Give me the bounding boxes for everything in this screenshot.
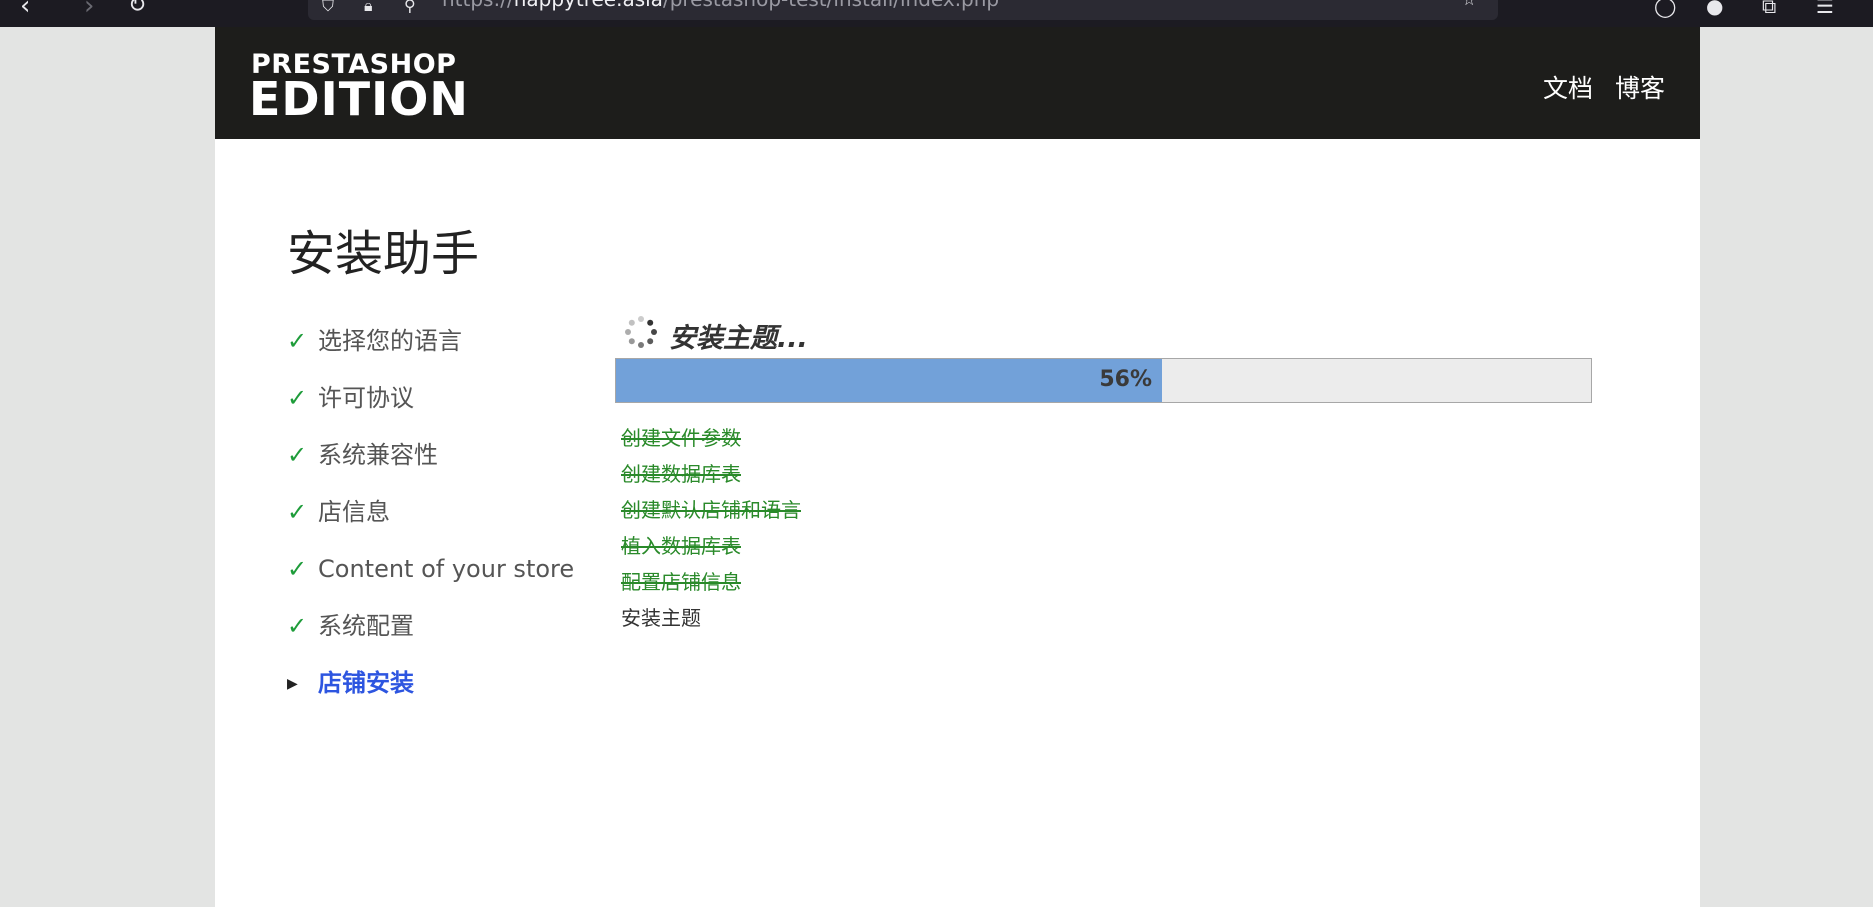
- spinner-icon: [625, 316, 657, 348]
- bookmark-star-icon[interactable]: ☆: [1462, 0, 1476, 9]
- step-label: 系统配置: [318, 612, 414, 640]
- reload-icon[interactable]: ↻: [128, 0, 146, 21]
- url-text[interactable]: https://happytree.asia/prestashop-test/i…: [442, 0, 999, 11]
- caret-right-icon: ▶: [287, 676, 298, 692]
- browser-toolbar: ‹ › ↻ ⛉ 🔒︎ ⚲ https://happytree.asia/pres…: [0, 0, 1873, 27]
- log-item: 植入数据库表: [621, 534, 741, 558]
- account-icon[interactable]: ◯: [1654, 0, 1676, 18]
- progress-fill: 56%: [616, 359, 1162, 402]
- installer-page: PRESTASHOP EDITION 文档 博客 安装助手 ✓ 选择您的语言 ✓…: [215, 27, 1700, 907]
- step-label: Content of your store: [318, 555, 575, 583]
- progress-label: 56%: [1099, 367, 1152, 392]
- url-scheme: https://: [442, 0, 514, 11]
- log-item: 创建默认店铺和语言: [621, 498, 801, 522]
- step-label: 许可协议: [318, 384, 414, 412]
- step-label: 系统兼容性: [318, 441, 438, 469]
- forward-icon[interactable]: ›: [84, 0, 94, 21]
- step-item-language: ✓ 选择您的语言: [287, 325, 607, 382]
- step-label: 店信息: [318, 498, 390, 526]
- docs-link[interactable]: 文档: [1543, 69, 1593, 105]
- log-item: 创建文件参数: [621, 426, 741, 450]
- step-list: ✓ 选择您的语言 ✓ 许可协议 ✓ 系统兼容性 ✓ 店信息 ✓ Content …: [287, 325, 607, 724]
- step-item-system-config: ✓ 系统配置: [287, 610, 607, 667]
- step-item-content: ✓ Content of your store: [287, 553, 607, 610]
- lock-icon[interactable]: 🔒︎: [364, 0, 373, 16]
- permissions-icon[interactable]: ⚲: [404, 0, 416, 15]
- url-path: /prestashop-test/install/index.php: [663, 0, 999, 11]
- log-item-current: 安装主题: [621, 606, 701, 630]
- shield-icon[interactable]: ⛉: [322, 0, 334, 16]
- log-item: 创建数据库表: [621, 462, 741, 486]
- progress-bar: 56%: [615, 358, 1592, 403]
- menu-icon[interactable]: ☰: [1816, 0, 1834, 18]
- step-item-license: ✓ 许可协议: [287, 382, 607, 439]
- logo-text-bottom: EDITION: [249, 72, 469, 126]
- url-host: happytree.asia: [514, 0, 663, 11]
- checkmark-icon: ✓: [287, 384, 308, 412]
- install-log: 创建文件参数 创建数据库表 创建默认店铺和语言 植入数据库表 配置店铺信息 安装…: [621, 424, 801, 640]
- blog-link[interactable]: 博客: [1615, 69, 1665, 105]
- step-label: 选择您的语言: [318, 327, 462, 355]
- checkmark-icon: ✓: [287, 441, 308, 469]
- checkmark-icon: ✓: [287, 555, 308, 583]
- profile-icon[interactable]: ●: [1706, 0, 1723, 18]
- checkmark-icon: ✓: [287, 327, 308, 355]
- checkmark-icon: ✓: [287, 612, 308, 640]
- checkmark-icon: ✓: [287, 498, 308, 526]
- page-title: 安装助手: [287, 226, 480, 282]
- step-item-store-install: ▶ 店铺安装: [287, 667, 607, 724]
- address-bar[interactable]: ⛉ 🔒︎ ⚲ https://happytree.asia/prestashop…: [308, 0, 1498, 20]
- step-label: 店铺安装: [318, 669, 414, 697]
- status-text: 安装主题...: [669, 323, 808, 354]
- extensions-icon[interactable]: ⧉: [1762, 0, 1776, 18]
- step-item-store-info: ✓ 店信息: [287, 496, 607, 553]
- log-item: 配置店铺信息: [621, 570, 741, 594]
- back-icon[interactable]: ‹: [20, 0, 30, 21]
- step-item-compatibility: ✓ 系统兼容性: [287, 439, 607, 496]
- site-header: PRESTASHOP EDITION 文档 博客: [215, 27, 1700, 139]
